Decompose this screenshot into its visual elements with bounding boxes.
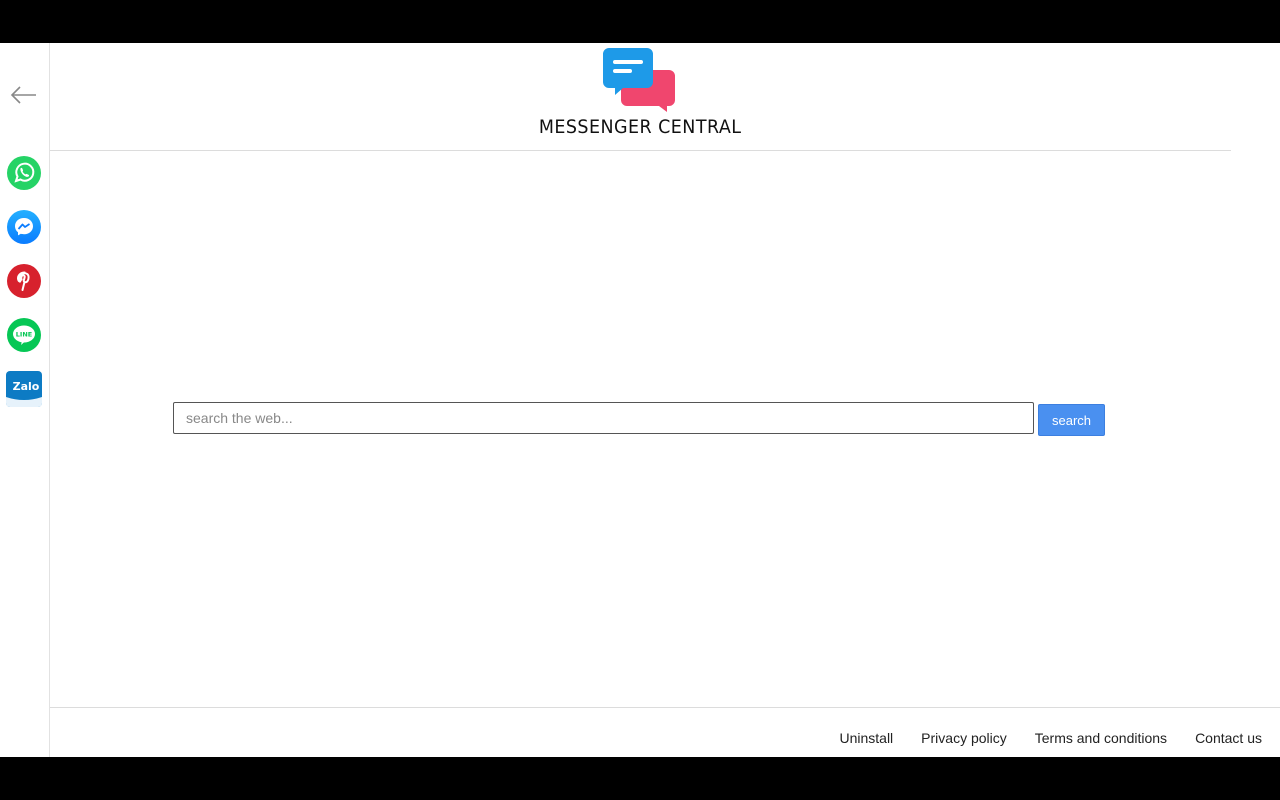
footer-links: Uninstall Privacy policy Terms and condi… [839, 730, 1262, 746]
brand-logo[interactable]: MESSENGER CENTRAL [538, 48, 742, 138]
pinterest-icon [7, 264, 41, 298]
privacy-policy-link[interactable]: Privacy policy [921, 730, 1007, 746]
terms-link[interactable]: Terms and conditions [1035, 730, 1167, 746]
page-footer: Uninstall Privacy policy Terms and condi… [50, 707, 1280, 757]
page-header: MESSENGER CENTRAL [50, 43, 1231, 151]
browser-viewport: LINE Zalo MESSENGER CENTRAL search the w… [0, 43, 1280, 757]
contact-link[interactable]: Contact us [1195, 730, 1262, 746]
sidebar-item-whatsapp[interactable] [6, 155, 42, 191]
zalo-logo-text: Zalo [13, 380, 40, 393]
uninstall-link[interactable]: Uninstall [839, 730, 893, 746]
whatsapp-icon [7, 156, 41, 190]
sidebar-item-zalo[interactable]: Zalo [6, 371, 42, 407]
brand-name: MESSENGER CENTRAL [538, 116, 742, 138]
chat-bubbles-logo-icon [603, 48, 675, 112]
line-icon: LINE [7, 318, 41, 352]
sidebar-item-pinterest[interactable] [6, 263, 42, 299]
app-sidebar: LINE Zalo [0, 43, 50, 757]
messenger-icon [7, 210, 41, 244]
arrow-left-icon [10, 86, 36, 104]
search-button[interactable]: search [1038, 404, 1105, 436]
zalo-icon: Zalo [6, 371, 42, 407]
back-button[interactable] [8, 81, 40, 109]
search-input[interactable] [173, 402, 1034, 434]
sidebar-item-messenger[interactable] [6, 209, 42, 245]
sidebar-item-line[interactable]: LINE [6, 317, 42, 353]
line-logo-text: LINE [16, 331, 32, 339]
